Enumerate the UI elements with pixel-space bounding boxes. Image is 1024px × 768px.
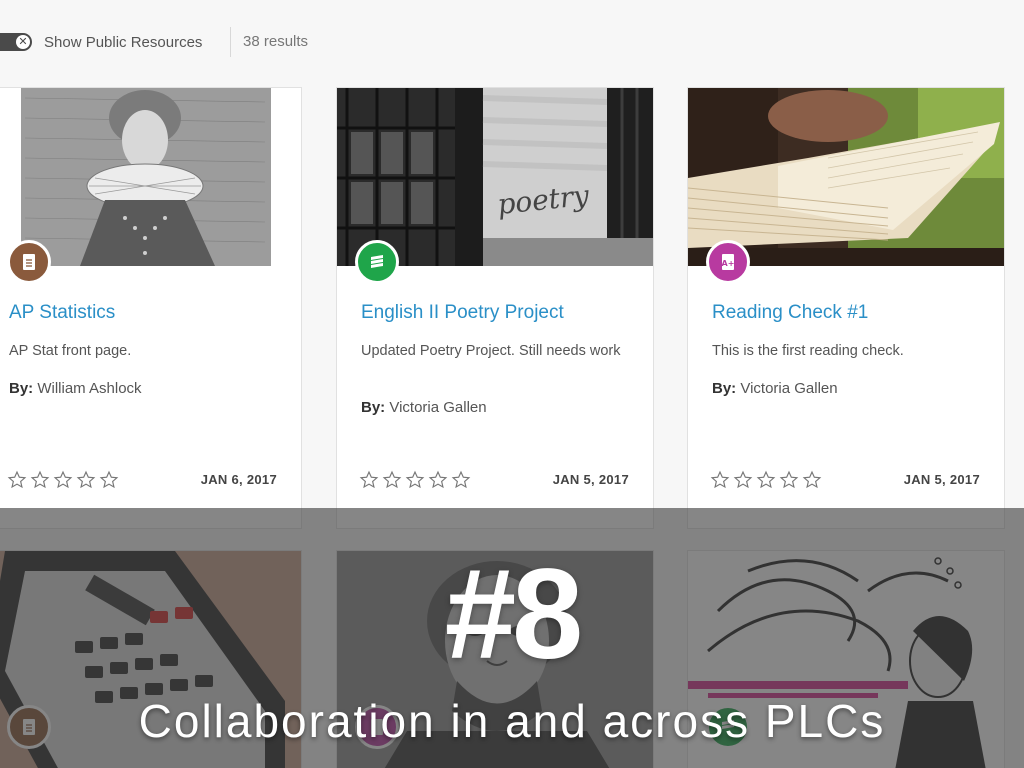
card-description: Updated Poetry Project. Still needs work [361,343,621,359]
star-icon[interactable] [756,470,776,490]
card-description: This is the first reading check. [712,343,904,359]
resource-card[interactable]: A+ Reading Check #1 This is the first re… [687,87,1005,529]
filter-bar: ✕ Show Public Resources 38 results [0,22,400,62]
results-count: 38 results [243,33,309,50]
star-icon[interactable] [76,470,96,490]
card-title[interactable]: English II Poetry Project [361,302,564,324]
card-description: AP Stat front page. [9,343,132,359]
queen-engraving-image [21,88,271,266]
page: ✕ Show Public Resources 38 results AP St… [0,0,1024,768]
author-name: Victoria Gallen [389,399,487,416]
slide-number: #8 [444,543,583,686]
card-author: By: Victoria Gallen [712,380,838,397]
card-thumbnail[interactable] [688,88,1004,266]
x-icon: ✕ [16,35,30,49]
card-title[interactable]: AP Statistics [9,302,115,324]
star-rating[interactable] [7,470,119,490]
book-reading-image [688,88,1004,266]
author-name: Victoria Gallen [740,380,838,397]
star-icon[interactable] [53,470,73,490]
document-icon [7,240,51,284]
toggle-label: Show Public Resources [44,34,203,51]
star-icon[interactable] [30,470,50,490]
author-name: William Ashlock [37,380,142,397]
author-label: By: [9,380,34,397]
resource-card[interactable]: poetry English II Poetry Project Updated… [336,87,654,529]
author-label: By: [712,380,737,397]
author-label: By: [361,399,386,416]
card-title[interactable]: Reading Check #1 [712,302,868,324]
card-thumbnail[interactable] [0,88,301,266]
assessment-icon: A+ [706,240,750,284]
svg-text:A+: A+ [722,259,735,268]
star-icon[interactable] [7,470,27,490]
poetry-wall-image: poetry [337,88,653,266]
star-icon[interactable] [382,470,402,490]
card-date: JAN 5, 2017 [552,472,629,487]
card-thumbnail[interactable]: poetry [337,88,653,266]
star-rating[interactable] [710,470,822,490]
star-icon[interactable] [710,470,730,490]
star-icon[interactable] [451,470,471,490]
star-icon[interactable] [405,470,425,490]
layers-icon [355,240,399,284]
divider [230,27,231,57]
star-rating[interactable] [359,470,471,490]
star-icon[interactable] [733,470,753,490]
card-date: JAN 5, 2017 [903,472,980,487]
public-resources-toggle[interactable]: ✕ [0,33,32,51]
star-icon[interactable] [779,470,799,490]
resource-card[interactable]: AP Statistics AP Stat front page. By: Wi… [0,87,302,529]
slide-subtitle: Collaboration in and across PLCs [138,695,886,747]
card-author: By: Victoria Gallen [361,399,487,416]
star-icon[interactable] [428,470,448,490]
star-icon[interactable] [802,470,822,490]
star-icon[interactable] [359,470,379,490]
card-author: By: William Ashlock [9,380,142,397]
star-icon[interactable] [99,470,119,490]
card-date: JAN 6, 2017 [200,472,277,487]
